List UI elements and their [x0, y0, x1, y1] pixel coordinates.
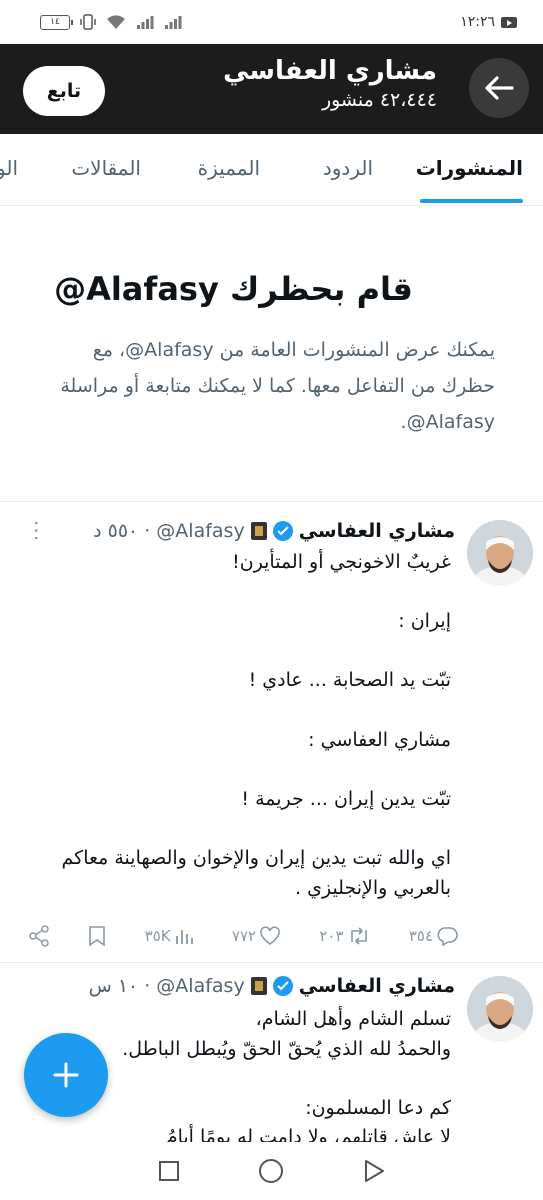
tweet-handle: Alafasy@: [156, 975, 245, 997]
bookmark-button[interactable]: [88, 925, 106, 947]
reply-count: ٣٥٤: [408, 927, 433, 945]
tweet-time: ٥٥٠ د: [93, 520, 139, 542]
tab-replies[interactable]: الردود: [323, 156, 373, 180]
recents-square-icon[interactable]: [158, 1160, 180, 1182]
heart-icon: [260, 926, 280, 945]
back-button[interactable]: [469, 58, 529, 118]
tweet-dot: ·: [144, 520, 151, 542]
views-count: ٣٥K: [144, 927, 171, 945]
tweet[interactable]: مشاري العفاسي Alafasy@ · ٥٥٠ د ··· غريبٌ…: [0, 502, 543, 960]
home-circle-icon[interactable]: [258, 1158, 284, 1184]
avatar[interactable]: [467, 520, 533, 586]
battery-icon: ١٤: [40, 14, 73, 30]
signal-icon-2: [165, 16, 182, 29]
views-chart-icon: [175, 930, 193, 944]
blocked-title: قام بحظرك Alafasy@: [54, 270, 413, 308]
clock: ١٢:٢٦: [460, 14, 495, 30]
like-count: ٧٧٢: [231, 927, 257, 945]
affiliation-badge-icon: [250, 522, 267, 540]
tab-posts[interactable]: المنشورات: [416, 156, 523, 180]
tab-articles[interactable]: المقالات: [71, 156, 141, 180]
system-nav-bar: [0, 1142, 543, 1200]
share-icon: [29, 925, 49, 947]
wifi-icon: [107, 15, 125, 29]
tweet-actions: ٣٥٤ ٢٠٣ ٧٧٢ ٣٥K: [28, 924, 458, 948]
signal-icon: [137, 16, 154, 29]
tweet-text: غريبٌ الاخونجي أو المتأيرن! إيران : تبّت…: [61, 551, 452, 899]
back-triangle-icon[interactable]: [362, 1158, 386, 1184]
verified-badge-icon: [272, 976, 293, 996]
plus-icon: [53, 1062, 79, 1088]
follow-button[interactable]: تابع: [23, 66, 105, 116]
arrow-left-icon: [485, 76, 514, 100]
avatar[interactable]: [467, 976, 533, 1042]
youtube-icon: [501, 16, 517, 28]
tab-highlights[interactable]: المميزة: [198, 156, 260, 180]
blocked-description: يمكنك عرض المنشورات العامة من Alafasy@، …: [60, 339, 495, 433]
profile-photo: [467, 976, 533, 1042]
reply-icon: [437, 927, 458, 946]
profile-header: مشاري العفاسي ٤٢،٤٤٤ منشور تابع: [0, 44, 543, 134]
post-count: ٤٢،٤٤٤ منشور: [321, 89, 437, 111]
tweet-author[interactable]: مشاري العفاسي: [299, 975, 455, 997]
repost-count: ٢٠٣: [319, 927, 344, 945]
repost-icon: [350, 927, 367, 945]
verified-badge-icon: [272, 521, 293, 541]
views-button[interactable]: ٣٥K: [145, 926, 194, 946]
profile-photo: [467, 520, 533, 586]
vibrate-icon: [80, 14, 96, 30]
repost-button[interactable]: ٢٠٣: [319, 926, 370, 946]
tweet-header: مشاري العفاسي Alafasy@ · ٥٥٠ د: [93, 520, 455, 542]
reply-button[interactable]: ٣٥٤: [409, 926, 458, 946]
status-time-area: ١٢:٢٦: [460, 14, 517, 30]
tweet-handle: Alafasy@: [156, 520, 245, 542]
tweet-time: ١٠ س: [88, 975, 139, 997]
blocked-notice: قام بحظرك Alafasy@ يمكنك عرض المنشورات ا…: [0, 206, 543, 500]
active-tab-indicator: [420, 199, 523, 203]
more-options-icon[interactable]: ···: [24, 520, 48, 542]
battery-level: ١٤: [50, 17, 60, 27]
profile-tabs: المنشورات الردود المميزة المقالات الو: [0, 134, 543, 206]
tweet-dot: ·: [144, 975, 151, 997]
tweet-header: مشاري العفاسي Alafasy@ · ١٠ س: [89, 975, 455, 997]
share-button[interactable]: [28, 925, 50, 947]
profile-name: مشاري العفاسي: [223, 56, 437, 86]
compose-button[interactable]: [24, 1033, 108, 1117]
affiliation-badge-icon: [250, 977, 267, 995]
tab-media[interactable]: الو: [0, 156, 18, 180]
like-button[interactable]: ٧٧٢: [232, 926, 281, 946]
bookmark-icon: [89, 926, 106, 947]
tweet-author[interactable]: مشاري العفاسي: [299, 520, 455, 542]
status-icons: ١٤: [40, 13, 182, 31]
status-bar: ١٤ ١٢:٢٦: [0, 0, 543, 44]
header-titles: مشاري العفاسي ٤٢،٤٤٤ منشور: [223, 56, 437, 111]
